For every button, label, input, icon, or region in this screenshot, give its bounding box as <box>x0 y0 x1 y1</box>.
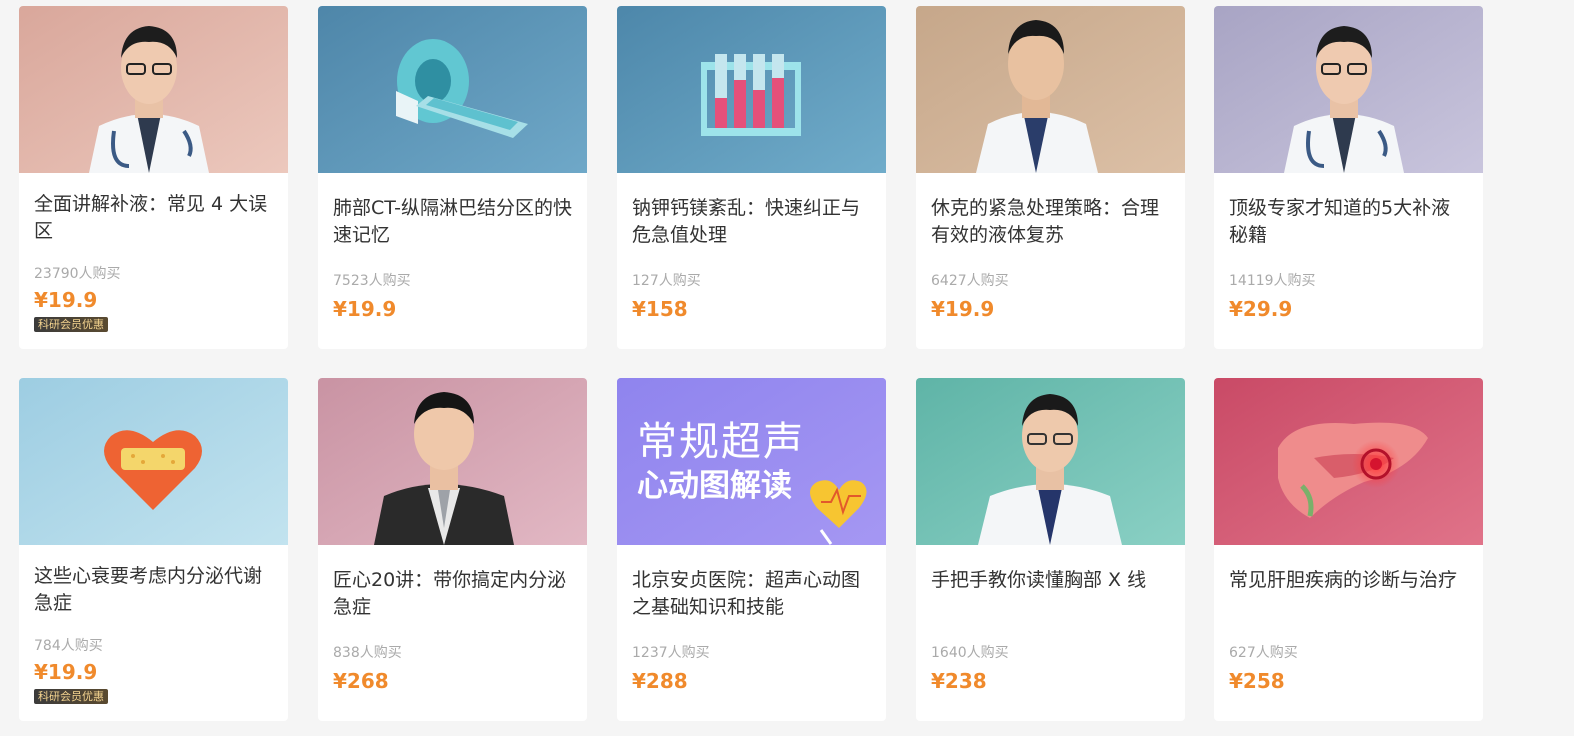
course-card[interactable]: 手把手教你读懂胸部 X 线 1640人购买 ¥238 <box>916 378 1185 721</box>
doctor-portrait-image <box>318 378 587 545</box>
course-title[interactable]: 顶级专家才知道的5大补液秘籍 <box>1229 195 1468 249</box>
course-title[interactable]: 休克的紧急处理策略：合理有效的液体复苏 <box>931 195 1170 249</box>
doctor-portrait-image <box>916 6 1185 173</box>
course-cover[interactable] <box>1214 378 1483 545</box>
sales-count: 7523人购买 <box>333 273 411 289</box>
course-card[interactable]: 常规超声 心动图解读 北京安贞医院：超声心动图之基础知识和技能 1237人购买 … <box>617 378 886 721</box>
doctor-portrait-image <box>1214 6 1483 173</box>
course-cover[interactable] <box>19 378 288 545</box>
course-title[interactable]: 全面讲解补液：常见 4 大误区 <box>34 191 273 245</box>
course-cover[interactable] <box>916 378 1185 545</box>
sales-count: 23790人购买 <box>34 266 121 282</box>
member-discount-badge: 科研会员优惠 <box>34 317 108 332</box>
sales-count: 1640人购买 <box>931 645 1009 661</box>
course-title[interactable]: 肺部CT-纵隔淋巴结分区的快速记忆 <box>333 195 572 249</box>
course-card[interactable]: 顶级专家才知道的5大补液秘籍 14119人购买 ¥29.9 <box>1214 6 1483 349</box>
course-card[interactable]: 常见肝胆疾病的诊断与治疗 627人购买 ¥258 <box>1214 378 1483 721</box>
course-card[interactable]: 这些心衰要考虑内分泌代谢急症 784人购买 ¥19.9 科研会员优惠 <box>19 378 288 721</box>
sales-count: 784人购买 <box>34 638 103 654</box>
sales-count: 838人购买 <box>333 645 402 661</box>
course-card[interactable]: 肺部CT-纵隔淋巴结分区的快速记忆 7523人购买 ¥19.9 <box>318 6 587 349</box>
sales-count: 1237人购买 <box>632 645 710 661</box>
doctor-portrait-image <box>19 6 288 173</box>
course-title[interactable]: 这些心衰要考虑内分泌代谢急症 <box>34 563 273 617</box>
course-price: ¥238 <box>931 669 987 693</box>
course-cover[interactable]: 常规超声 心动图解读 <box>617 378 886 545</box>
course-price: ¥158 <box>632 297 688 321</box>
course-title[interactable]: 常见肝胆疾病的诊断与治疗 <box>1229 567 1468 621</box>
course-cover[interactable] <box>1214 6 1483 173</box>
course-cover[interactable] <box>318 6 587 173</box>
heart-bandage-illustration <box>19 378 288 545</box>
sales-count: 6427人购买 <box>931 273 1009 289</box>
course-grid: 全面讲解补液：常见 4 大误区 23790人购买 ¥19.9 科研会员优惠 肺部… <box>0 0 1574 736</box>
course-title[interactable]: 北京安贞医院：超声心动图之基础知识和技能 <box>632 567 871 621</box>
course-price: ¥19.9 <box>931 297 995 321</box>
course-cover[interactable] <box>916 6 1185 173</box>
sales-count: 627人购买 <box>1229 645 1298 661</box>
ct-scanner-illustration <box>318 6 587 173</box>
sales-count: 127人购买 <box>632 273 701 289</box>
doctor-portrait-image <box>916 378 1185 545</box>
course-cover[interactable] <box>318 378 587 545</box>
course-price: ¥268 <box>333 669 389 693</box>
course-price: ¥288 <box>632 669 688 693</box>
course-card[interactable]: 全面讲解补液：常见 4 大误区 23790人购买 ¥19.9 科研会员优惠 <box>19 6 288 349</box>
course-price: ¥19.9 <box>34 288 98 312</box>
course-price: ¥19.9 <box>34 660 98 684</box>
course-title[interactable]: 手把手教你读懂胸部 X 线 <box>931 567 1170 621</box>
course-cover[interactable] <box>617 6 886 173</box>
course-card[interactable]: 钠钾钙镁紊乱：快速纠正与危急值处理 127人购买 ¥158 <box>617 6 886 349</box>
member-discount-badge: 科研会员优惠 <box>34 689 108 704</box>
test-tube-rack-illustration <box>617 6 886 173</box>
course-card[interactable]: 匠心20讲：带你搞定内分泌急症 838人购买 ¥268 <box>318 378 587 721</box>
course-price: ¥19.9 <box>333 297 397 321</box>
liver-illustration <box>1214 378 1483 545</box>
course-cover[interactable] <box>19 6 288 173</box>
course-title[interactable]: 钠钾钙镁紊乱：快速纠正与危急值处理 <box>632 195 871 249</box>
course-title[interactable]: 匠心20讲：带你搞定内分泌急症 <box>333 567 572 621</box>
course-price: ¥29.9 <box>1229 297 1293 321</box>
course-card[interactable]: 休克的紧急处理策略：合理有效的液体复苏 6427人购买 ¥19.9 <box>916 6 1185 349</box>
cover-subtitle-text: 心动图解读 <box>637 468 792 504</box>
course-price: ¥258 <box>1229 669 1285 693</box>
sales-count: 14119人购买 <box>1229 273 1316 289</box>
cover-title-text: 常规超声 <box>637 419 805 465</box>
